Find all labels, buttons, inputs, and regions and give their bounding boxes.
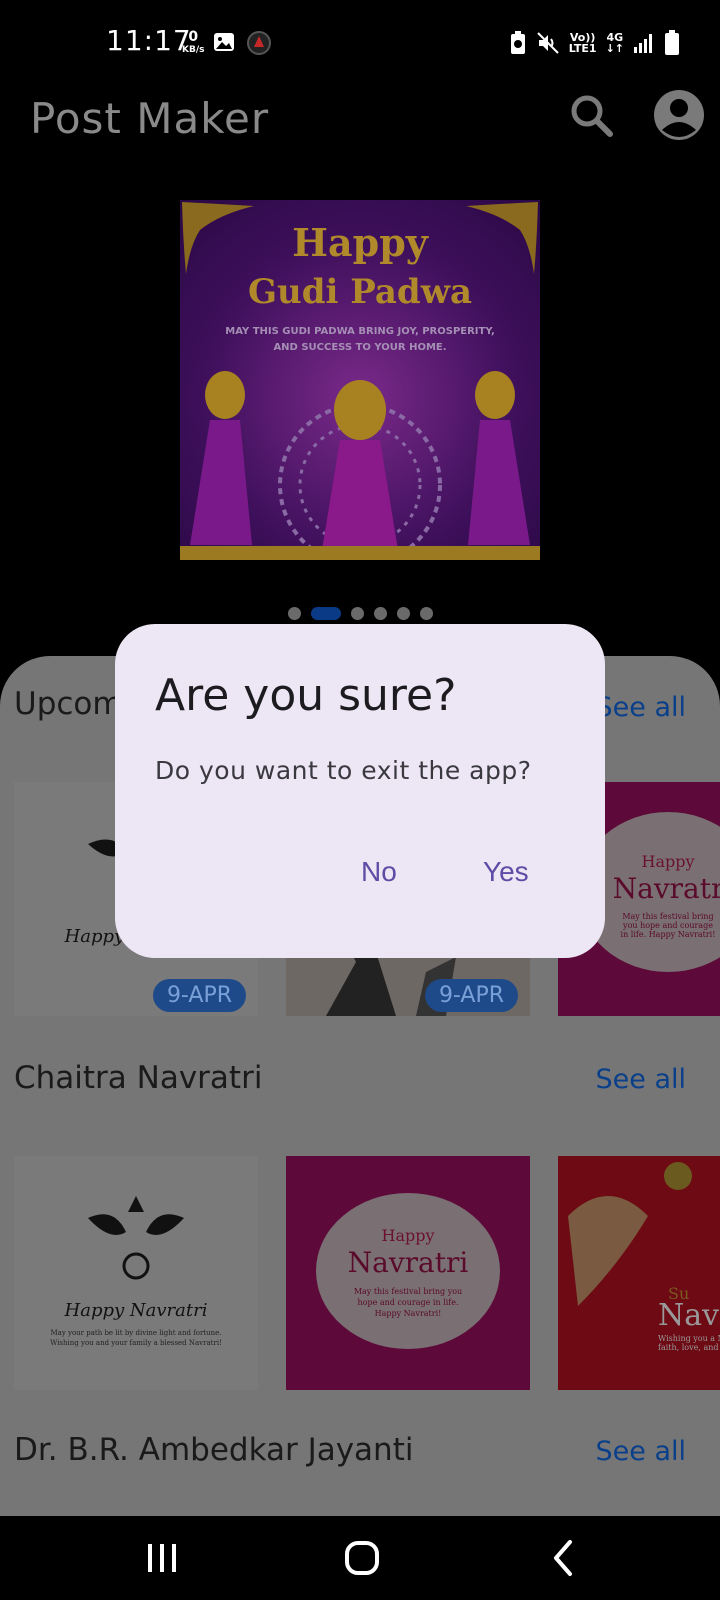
data-arrows-icon: ↓↑ xyxy=(605,42,624,55)
back-button[interactable] xyxy=(534,1536,594,1580)
recents-button[interactable] xyxy=(132,1536,192,1580)
app-notification-icon xyxy=(247,31,271,55)
dialog-message: Do you want to exit the app? xyxy=(155,756,532,785)
carousel-dot-active[interactable] xyxy=(311,607,341,620)
dialog-title: Are you sure? xyxy=(155,670,457,721)
card-body: Wishing you a N faith, love, and h xyxy=(658,1334,720,1352)
search-button[interactable] xyxy=(566,90,618,142)
card-body: May this festival bring you hope and cou… xyxy=(353,1287,463,1318)
app-bar: Post Maker xyxy=(0,88,720,204)
carousel-indicator xyxy=(288,607,433,620)
date-badge: 9-APR xyxy=(152,979,246,1012)
see-all-ambedkar-jayanti[interactable]: See all xyxy=(596,1436,687,1467)
banner-subtitle: MAY THIS GUDI PADWA BRING JOY, PROSPERIT… xyxy=(225,326,495,353)
system-nav-bar xyxy=(0,1516,720,1600)
card-line1: Happy xyxy=(641,852,695,871)
exit-confirm-dialog: Are you sure? Do you want to exit the ap… xyxy=(115,624,605,958)
search-icon xyxy=(571,95,613,137)
see-all-upcoming[interactable]: See all xyxy=(596,692,687,723)
network-type: 4G ↓↑ xyxy=(606,32,624,54)
see-all-chaitra-navratri[interactable]: See all xyxy=(596,1064,687,1095)
carousel-dot[interactable] xyxy=(351,607,364,620)
app-title: Post Maker xyxy=(30,94,270,143)
network-speed: 0 KB/s xyxy=(182,30,204,56)
carousel-dot[interactable] xyxy=(397,607,410,620)
account-circle-icon xyxy=(654,90,704,140)
banner-slide[interactable]: Happy Gudi Padwa MAY THIS GUDI PADWA BRI… xyxy=(180,200,540,560)
section-title-chaitra-navratri: Chaitra Navratri xyxy=(14,1060,263,1096)
card-caption: Happy Navratri xyxy=(64,1300,208,1321)
banner-title-line1: Happy xyxy=(292,220,428,265)
account-button[interactable] xyxy=(652,88,706,142)
mute-icon xyxy=(536,32,559,54)
network-speed-unit: KB/s xyxy=(182,45,205,55)
home-button[interactable] xyxy=(332,1536,392,1580)
no-button[interactable]: No xyxy=(361,856,397,888)
status-right-icons: Vo)) LTE1 4G ↓↑ xyxy=(509,30,680,56)
status-bar: 11:17 0 KB/s Vo)) LTE1 4G ↓↑ xyxy=(0,0,720,88)
lte-label: LTE1 xyxy=(568,42,597,55)
banner-border xyxy=(180,546,540,560)
card-line2: Navratri xyxy=(347,1246,469,1279)
gallery-icon xyxy=(214,33,234,51)
battery-icon xyxy=(665,30,679,55)
banner-title-line2: Gudi Padwa xyxy=(247,272,473,312)
card-body: May this festival bring you hope and cou… xyxy=(620,912,716,939)
status-left-icons xyxy=(212,30,272,56)
goddess-hands-icon xyxy=(568,1162,692,1306)
carousel-dot[interactable] xyxy=(374,607,387,620)
template-card[interactable]: Happy Navratri May your path be lit by d… xyxy=(14,1156,258,1390)
network-speed-value: 0 xyxy=(188,29,199,45)
card-line2: Navratri xyxy=(612,872,720,905)
template-card[interactable]: Happy Navratri May this festival bring y… xyxy=(286,1156,530,1390)
signal-icon xyxy=(634,34,652,53)
yes-button[interactable]: Yes xyxy=(483,856,529,888)
card-line1: Happy xyxy=(381,1226,435,1245)
status-time: 11:17 xyxy=(106,24,192,57)
volte-indicator: Vo)) LTE1 xyxy=(569,32,597,54)
template-card[interactable]: Su Nav Wishing you a N faith, love, and … xyxy=(558,1156,720,1390)
gudi-illustration xyxy=(190,371,530,560)
back-icon xyxy=(554,1540,572,1576)
card-body: May your path be lit by divine light and… xyxy=(50,1329,222,1347)
section-title-ambedkar-jayanti: Dr. B.R. Ambedkar Jayanti xyxy=(14,1432,414,1468)
card-line2: Nav xyxy=(658,1298,720,1333)
home-icon xyxy=(345,1541,379,1575)
carousel-dot[interactable] xyxy=(288,607,301,620)
recents-icon xyxy=(148,1544,176,1572)
carousel-dot[interactable] xyxy=(420,607,433,620)
date-badge: 9-APR xyxy=(424,979,518,1012)
durga-face-icon xyxy=(88,1196,184,1280)
battery-saver-icon xyxy=(510,31,525,54)
